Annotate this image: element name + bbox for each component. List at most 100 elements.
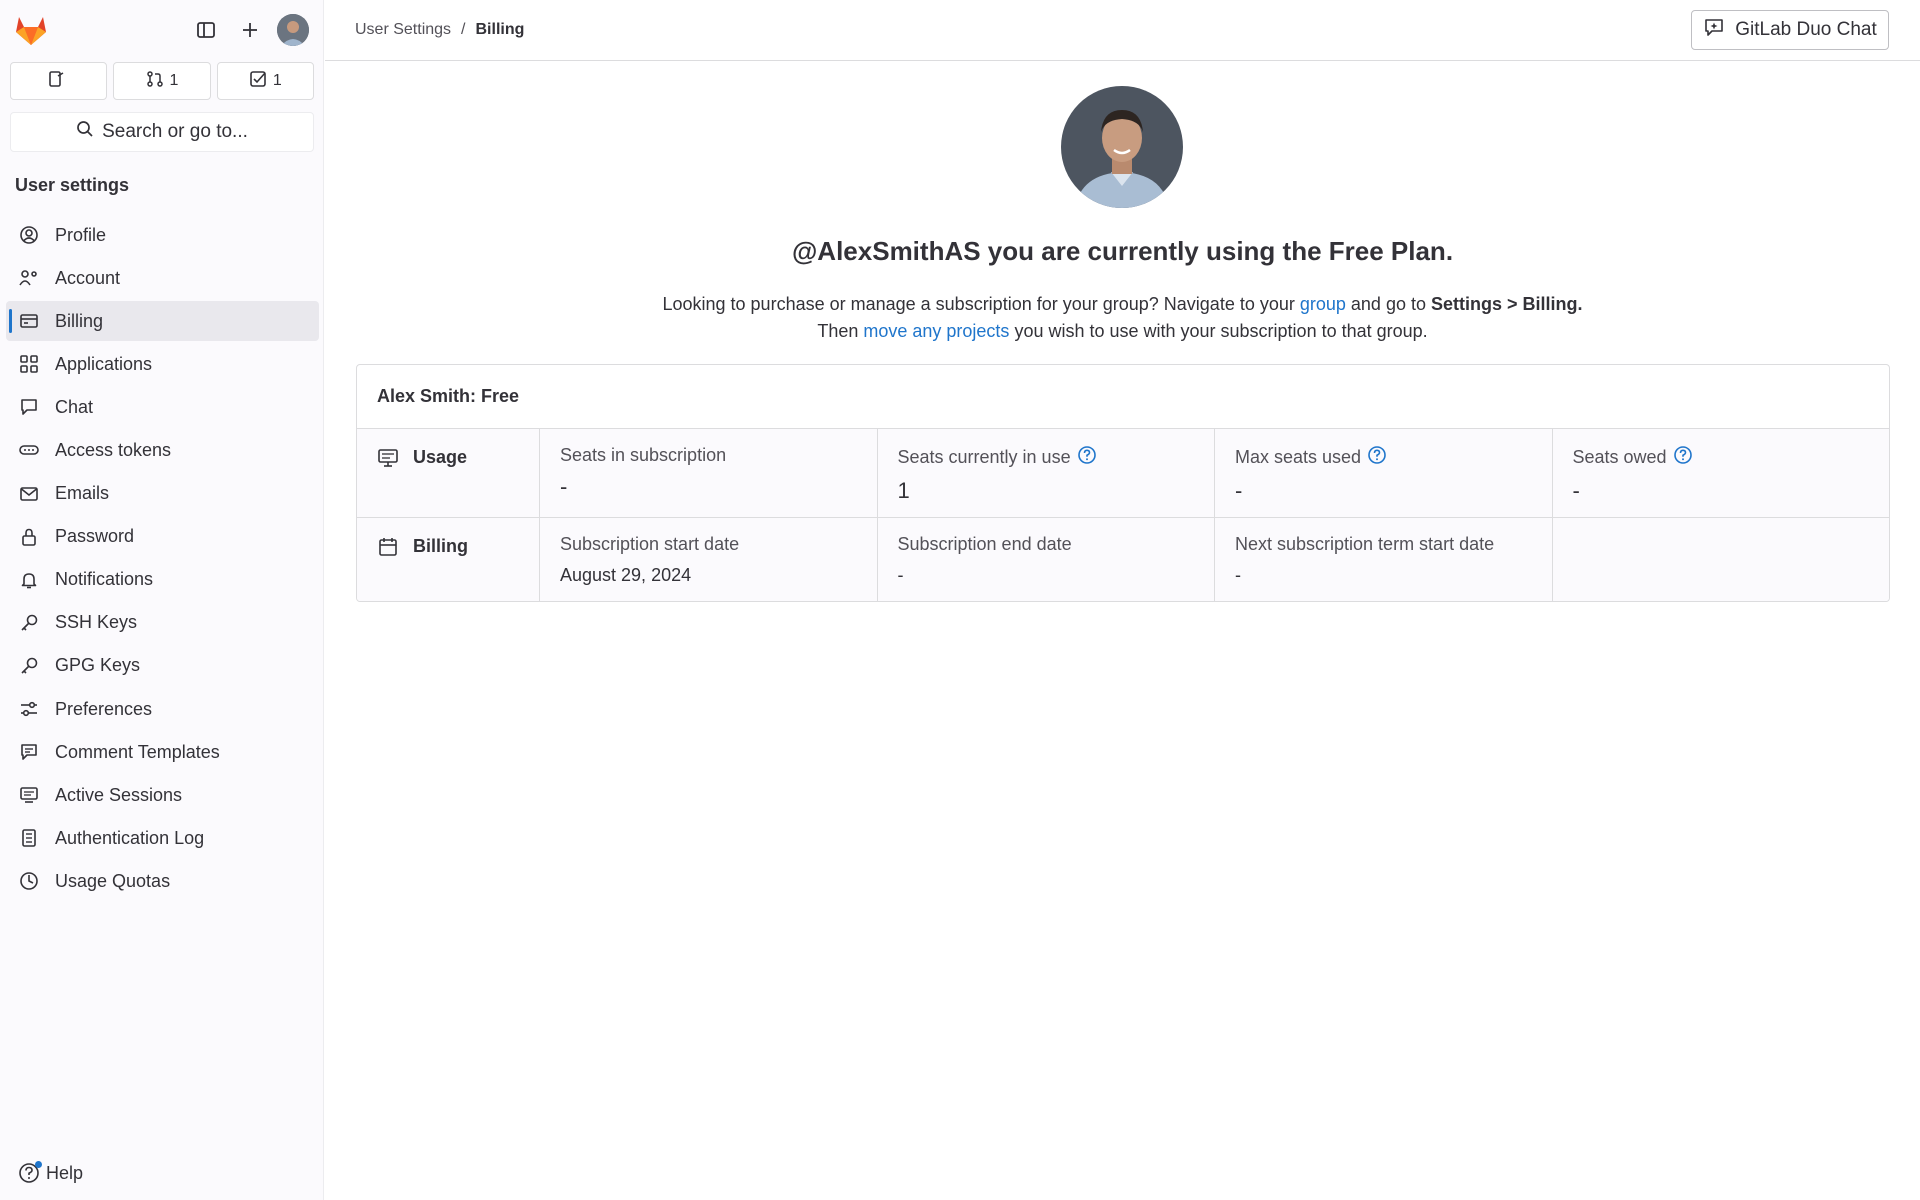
profile-avatar [1061, 86, 1183, 208]
help-icon [18, 1161, 42, 1184]
cell-label: Max seats used [1235, 445, 1552, 470]
cell-label: Subscription start date [560, 534, 877, 555]
plan-description-line-1: Looking to purchase or manage a subscrip… [325, 291, 1920, 318]
card-header: Alex Smith: Free [357, 365, 1889, 429]
sidebar-item-password[interactable]: Password [6, 517, 319, 557]
breadcrumb-separator: / [461, 21, 466, 38]
sidebar-item-profile[interactable]: Profile [6, 215, 319, 255]
sidebar-item-label: Password [55, 526, 135, 547]
sidebar-item-label: Profile [55, 224, 107, 245]
toggle-sidebar-icon[interactable] [190, 14, 222, 46]
breadcrumb: User Settings / Billing [355, 21, 524, 39]
usage-cell: Seats currently in use 1 [878, 429, 1215, 517]
issues-counter[interactable] [10, 62, 108, 100]
sidebar-item-emails[interactable]: Emails [6, 474, 319, 514]
preferences-icon [19, 699, 39, 719]
sidebar-item-applications[interactable]: Applications [6, 344, 319, 384]
sidebar-heading: User settings [15, 175, 130, 195]
cell-label-text: Seats owed [1572, 447, 1667, 467]
billing-icon [19, 311, 39, 331]
sidebar-item-authentication-log[interactable]: Authentication Log [6, 818, 319, 858]
sidebar-top [0, 0, 324, 60]
billing-row-label: Billing [357, 518, 540, 601]
sidebar-item-gpg-keys[interactable]: GPG Keys [6, 646, 319, 686]
usage-cell: Max seats used - [1215, 429, 1553, 517]
cell-value: - [1235, 478, 1243, 503]
search-button[interactable]: Search or go to... [10, 112, 314, 152]
account-icon [19, 268, 39, 288]
cell-value: - [1235, 565, 1241, 585]
billing-label: Billing [413, 536, 468, 556]
sidebar-item-comment-templates[interactable]: Comment Templates [6, 732, 319, 772]
group-link[interactable]: group [1300, 294, 1346, 314]
sidebar-item-label: Billing [55, 310, 104, 331]
chat-icon [19, 397, 39, 417]
question-help-icon[interactable] [1367, 445, 1387, 470]
merge-requests-counter[interactable]: 1 [113, 62, 211, 100]
cell-value: August 29, 2024 [560, 565, 692, 585]
quota-icon [19, 871, 39, 891]
sidebar-item-label: Comment Templates [55, 741, 220, 762]
sidebar-item-ssh-keys[interactable]: SSH Keys [6, 603, 319, 643]
token-icon [19, 440, 39, 460]
desc-text: and go to [1345, 294, 1431, 314]
cell-label: Seats owed [1573, 445, 1890, 470]
mail-icon [19, 484, 39, 504]
sidebar-item-label: Account [55, 267, 121, 288]
plan-description: Looking to purchase or manage a subscrip… [325, 291, 1920, 345]
bell-icon [19, 570, 39, 590]
sidebar-item-chat[interactable]: Chat [6, 387, 319, 427]
user-avatar[interactable] [277, 14, 309, 46]
gitlab-logo-icon[interactable] [14, 14, 48, 46]
counter-row: 1 1 [10, 62, 314, 100]
cell-label-text: Seats in subscription [560, 445, 727, 465]
breadcrumb-user-settings[interactable]: User Settings [355, 21, 451, 39]
subscription-card: Alex Smith: Free Usage Seats in subscrip… [356, 364, 1890, 602]
help-button[interactable]: Help [18, 1161, 84, 1184]
breadcrumb-billing[interactable]: Billing [476, 21, 525, 39]
todo-check-icon [249, 70, 267, 93]
log-icon [19, 828, 39, 848]
cell-label-text: Subscription end date [897, 534, 1072, 554]
sidebar-item-label: Preferences [55, 698, 153, 719]
todos-counter[interactable]: 1 [216, 62, 314, 100]
cell-label: Next subscription term start date [1235, 534, 1552, 555]
desc-text: Looking to purchase or manage a subscrip… [662, 294, 1300, 314]
monitor-icon [377, 447, 399, 474]
usage-label: Usage [413, 447, 468, 467]
sidebar-item-usage-quotas[interactable]: Usage Quotas [6, 861, 319, 901]
desc-text: Then [817, 321, 864, 341]
profile-icon [19, 225, 39, 245]
question-help-icon[interactable] [1077, 445, 1097, 470]
cell-value: - [560, 474, 568, 499]
sidebar-item-active-sessions[interactable]: Active Sessions [6, 775, 319, 815]
help-label: Help [46, 1162, 84, 1183]
sidebar-item-label: Usage Quotas [55, 870, 171, 891]
sidebar-item-billing[interactable]: Billing [6, 301, 319, 342]
cell-value: - [897, 565, 904, 585]
billing-cell: Next subscription term start date - [1215, 518, 1553, 601]
sidebar-item-label: Authentication Log [55, 827, 205, 848]
settings-billing-text: Settings > Billing. [1430, 294, 1583, 314]
cell-label: Subscription end date [898, 534, 1215, 555]
plus-icon[interactable] [234, 14, 266, 46]
sidebar-item-access-tokens[interactable]: Access tokens [6, 430, 319, 470]
usage-row: Usage Seats in subscription - Seats curr… [357, 429, 1889, 518]
applications-icon [19, 354, 39, 374]
usage-row-label: Usage [357, 429, 540, 517]
cell-value: 1 [897, 478, 910, 503]
sidebar-item-preferences[interactable]: Preferences [6, 689, 319, 729]
usage-cell: Seats in subscription - [540, 429, 878, 517]
todos-count: 1 [272, 72, 282, 89]
cell-label-text: Next subscription term start date [1235, 534, 1495, 554]
sidebar-item-notifications[interactable]: Notifications [6, 560, 319, 600]
gitlab-duo-chat-button[interactable]: GitLab Duo Chat [1691, 10, 1889, 50]
cell-label-text: Seats currently in use [897, 447, 1071, 467]
sidebar-item-account[interactable]: Account [6, 258, 319, 298]
question-help-icon[interactable] [1673, 445, 1693, 470]
help-notification-dot [35, 1161, 42, 1168]
plan-description-line-2: Then move any projects you wish to use w… [325, 318, 1920, 345]
move-projects-link[interactable]: move any projects [863, 321, 1009, 341]
billing-cell: Subscription start date August 29, 2024 [540, 518, 878, 601]
top-bar: User Settings / Billing GitLab Duo Chat [325, 0, 1920, 61]
